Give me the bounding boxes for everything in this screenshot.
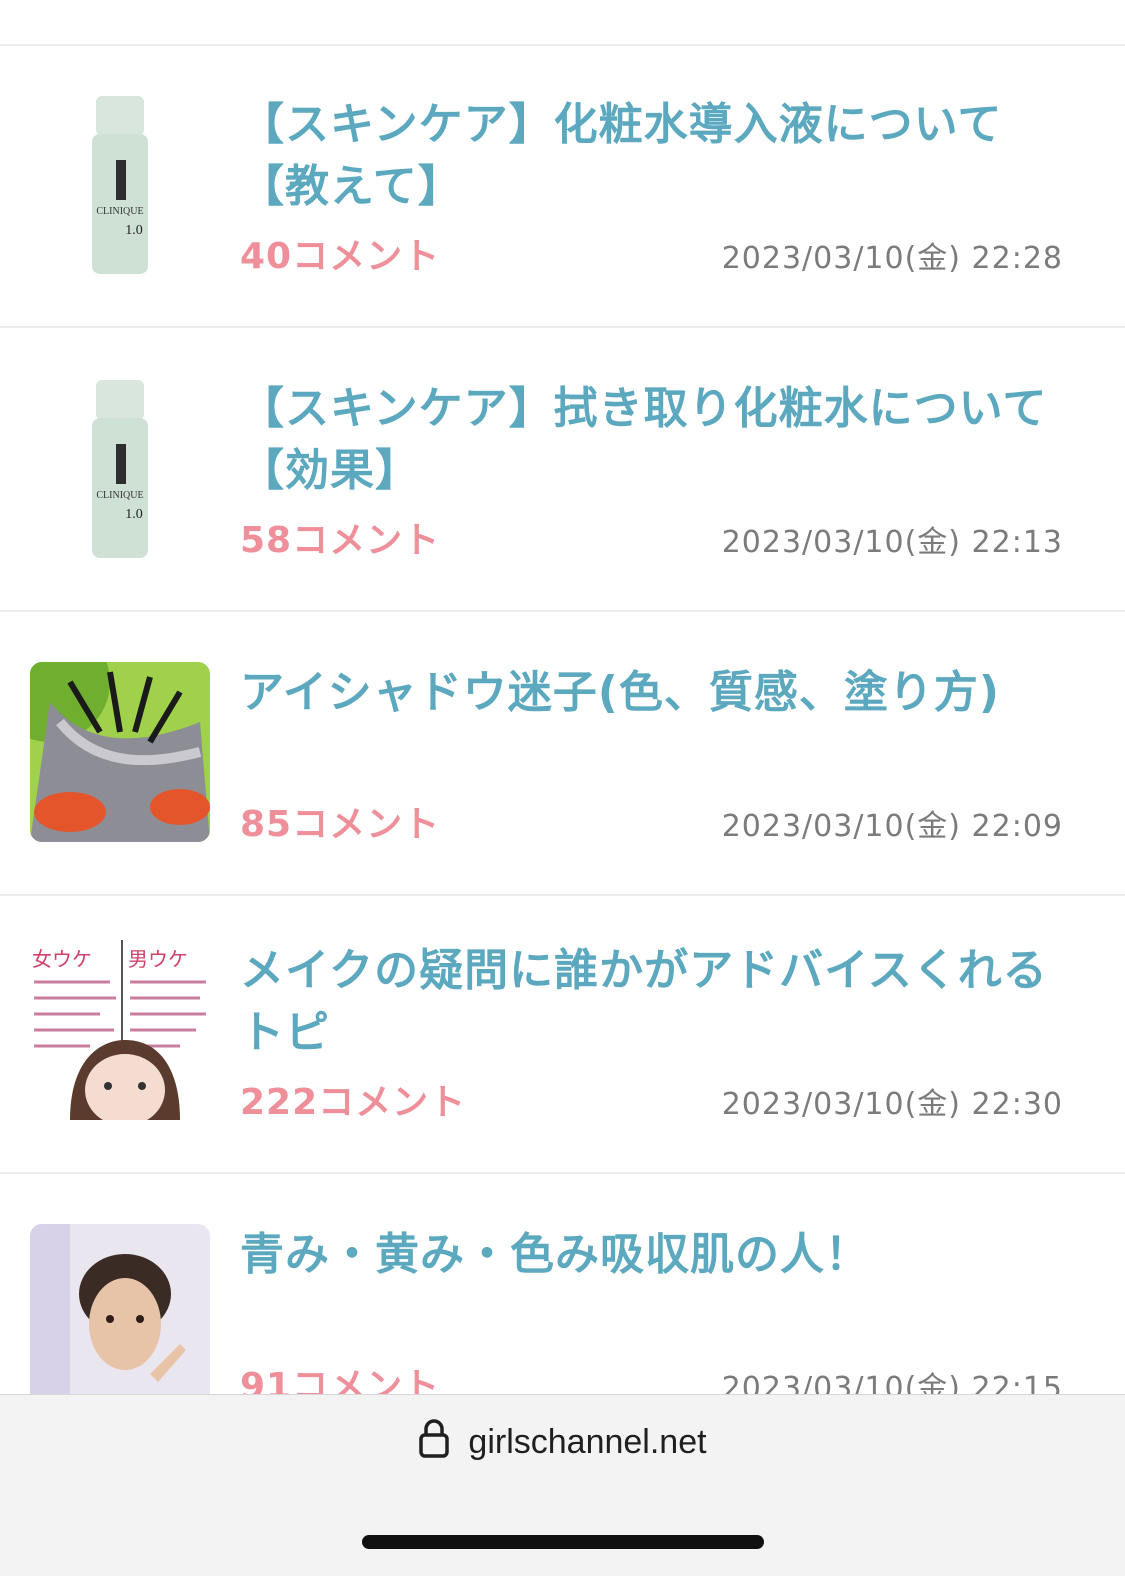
bird-photo-image [30,662,210,842]
topic-thumbnail[interactable]: CLINIQUE 1.0 [30,378,210,558]
topic-list-page: CLINIQUE 1.0 【スキンケア】化粧水導入液について【教えて】 40コメ… [0,0,1125,1576]
address-bar[interactable]: girlschannel.net [0,1417,1125,1466]
model-portrait-image [30,1224,210,1404]
topic-title[interactable]: 【スキンケア】化粧水導入液について【教えて】 [240,94,1070,218]
topic-item[interactable]: CLINIQUE 1.0 【スキンケア】拭き取り化粧水について【効果】 58コメ… [0,330,1125,612]
topic-thumbnail[interactable] [30,662,210,842]
illustration-left-label: 女ウケ [32,947,92,971]
bottle-brand-label: CLINIQUE [96,206,143,217]
makeup-illustration-image: 女ウケ 男ウケ [30,940,210,1120]
topic-item[interactable]: 女ウケ 男ウケ メイクの疑問に誰かがアドバイスくれるトピ 222コメント 202… [0,892,1125,1174]
topic-thumbnail[interactable] [30,1224,210,1404]
topic-date: 2023/03/10(金) 22:13 [721,525,1063,560]
topic-item[interactable]: アイシャドウ迷子(色、質感、塗り方) 85コメント 2023/03/10(金) … [0,614,1125,896]
topic-title[interactable]: 青み・黄み・色み吸収肌の人！ [240,1224,1070,1286]
topic-title[interactable]: 【スキンケア】拭き取り化粧水について【効果】 [240,378,1070,502]
comment-count: 58コメント [240,520,441,561]
home-indicator[interactable] [362,1535,764,1549]
bottle-brand-label: CLINIQUE [96,490,143,501]
lock-icon [419,1419,450,1458]
bottle-number-label: 1.0 [125,223,143,238]
topic-title[interactable]: アイシャドウ迷子(色、質感、塗り方) [240,662,1070,724]
topic-item[interactable]: CLINIQUE 1.0 【スキンケア】化粧水導入液について【教えて】 40コメ… [0,46,1125,328]
comment-count: 85コメント [240,804,441,845]
comment-count: 40コメント [240,236,441,277]
toner-bottle-image: CLINIQUE 1.0 [30,378,210,558]
url-text[interactable]: girlschannel.net [468,1423,706,1461]
topic-thumbnail[interactable]: CLINIQUE 1.0 [30,94,210,274]
topic-date: 2023/03/10(金) 22:30 [721,1087,1063,1122]
topic-thumbnail[interactable]: 女ウケ 男ウケ [30,940,210,1120]
illustration-right-label: 男ウケ [128,947,188,971]
topic-date: 2023/03/10(金) 22:09 [721,809,1063,844]
topic-title[interactable]: メイクの疑問に誰かがアドバイスくれるトピ [240,940,1070,1064]
browser-bottom-bar: girlschannel.net [0,1394,1125,1576]
topic-date: 2023/03/10(金) 22:28 [721,241,1063,276]
toner-bottle-image: CLINIQUE 1.0 [30,94,210,274]
bottle-number-label: 1.0 [125,507,143,522]
comment-count: 222コメント [240,1082,467,1123]
